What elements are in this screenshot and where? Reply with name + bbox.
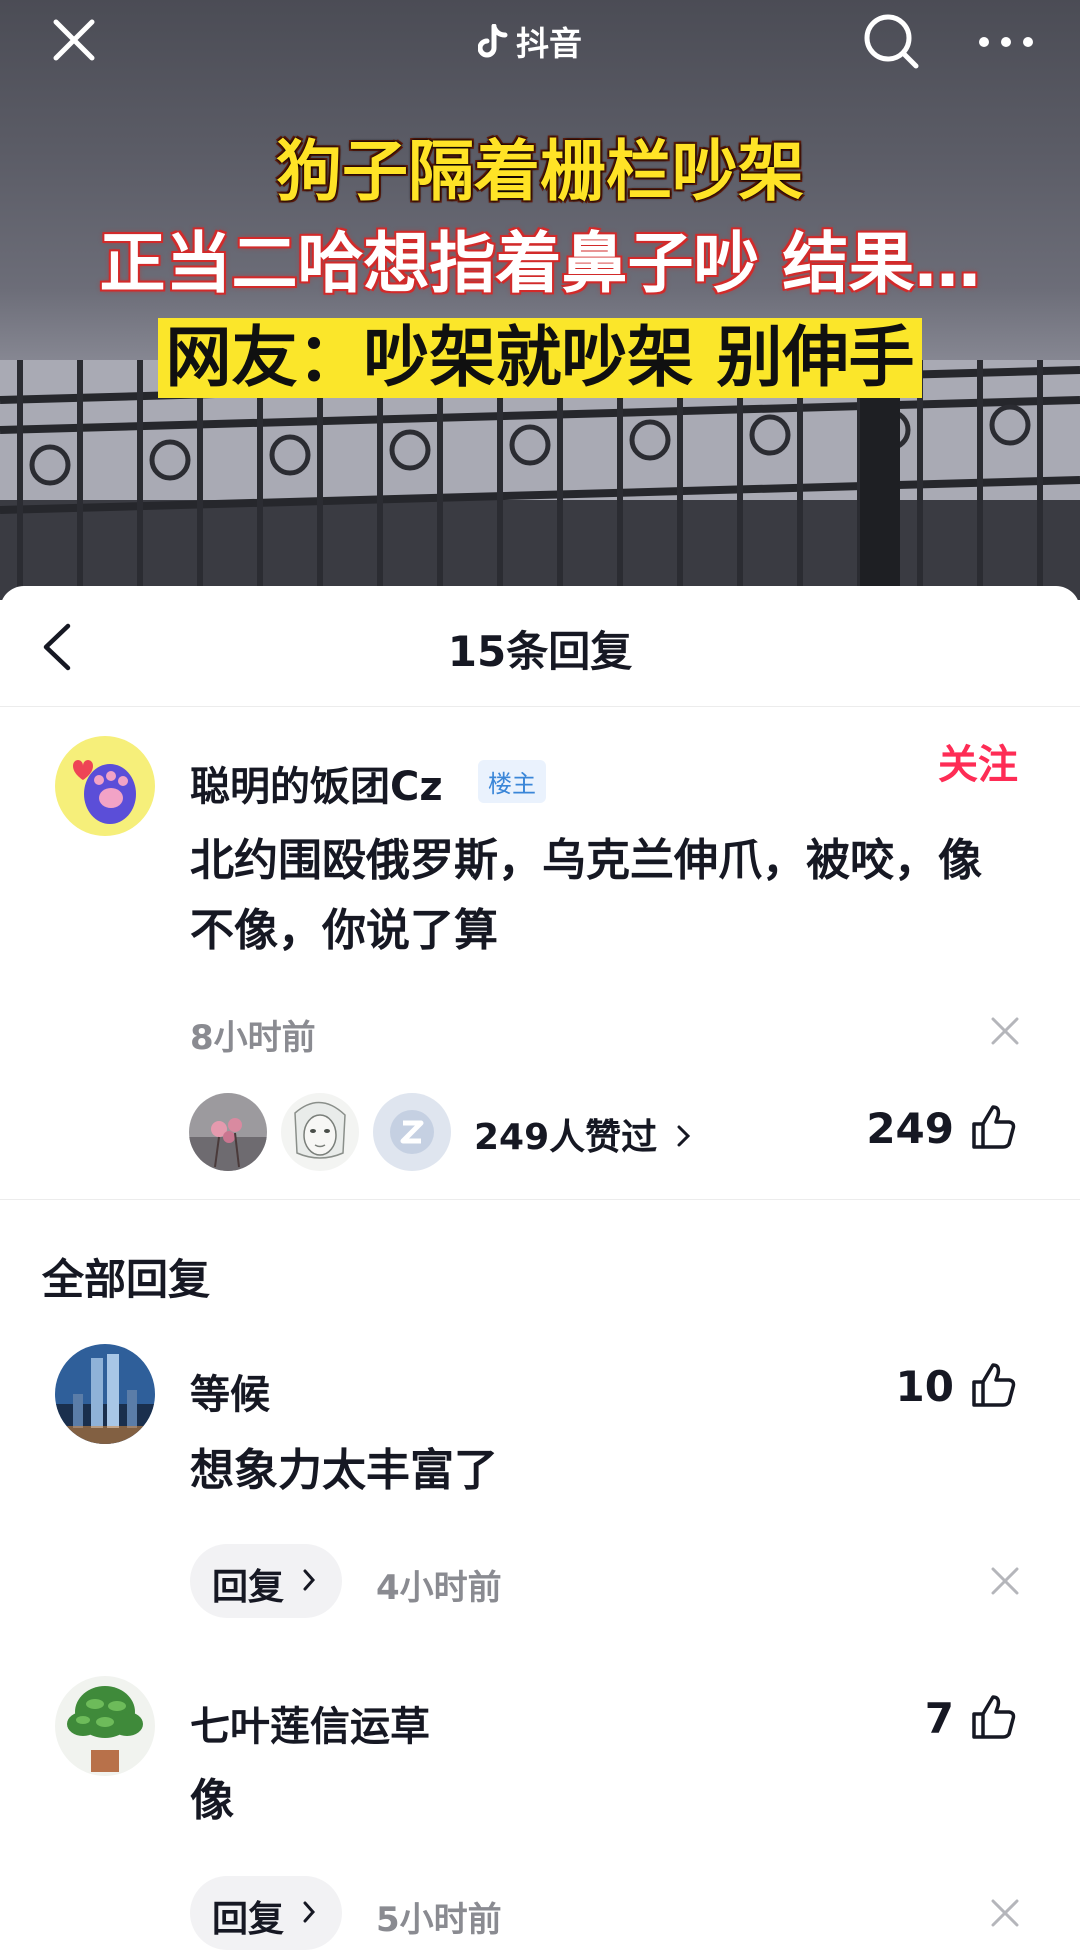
- reply-author[interactable]: 等候: [190, 1362, 270, 1420]
- reply-avatar[interactable]: [55, 1676, 155, 1776]
- reply-like-count: 10: [895, 1362, 954, 1411]
- video-caption-line3: 网友：吵架就吵架 别伸手: [165, 319, 915, 396]
- reply-author[interactable]: 七叶莲信运草: [190, 1694, 430, 1752]
- reply-button[interactable]: 回复: [190, 1544, 342, 1618]
- reply-text[interactable]: 像: [190, 1766, 234, 1836]
- section-title: 全部回复: [42, 1255, 211, 1304]
- paw-avatar-icon: [55, 736, 155, 836]
- follow-button[interactable]: 关注: [938, 732, 1018, 790]
- likers-summary-label: 249人赞过: [474, 1117, 658, 1158]
- liker-avatar-1[interactable]: [189, 1093, 267, 1171]
- main-comment-author[interactable]: 聪明的饭团Cz: [190, 754, 443, 812]
- video-caption-line2: 正当二哈想指着鼻子吵 结果…: [99, 225, 981, 302]
- video-caption-line1: 狗子隔着栅栏吵架: [276, 133, 804, 210]
- reply-time: 4小时前: [376, 1568, 502, 1608]
- dismiss-icon[interactable]: [988, 1564, 1022, 1598]
- search-icon[interactable]: [862, 12, 922, 72]
- sheet-title: 15条回复: [447, 627, 633, 676]
- likers-summary[interactable]: 249人赞过: [474, 1108, 692, 1160]
- app-brand: 抖音: [478, 16, 582, 66]
- reply-time: 5小时前: [376, 1900, 502, 1940]
- reply-avatar[interactable]: [55, 1344, 155, 1444]
- main-comment-like-count: 249: [866, 1104, 954, 1153]
- reply-button[interactable]: 回复: [190, 1876, 342, 1950]
- dismiss-icon[interactable]: [988, 1014, 1022, 1048]
- sketch-portrait-avatar-icon: [281, 1093, 359, 1171]
- main-comment-time: 8小时前: [190, 1018, 316, 1058]
- douyin-logo-icon: [478, 24, 508, 58]
- liker-avatar-2[interactable]: [281, 1093, 359, 1171]
- thumbs-up-icon[interactable]: [968, 1102, 1018, 1152]
- close-icon[interactable]: [48, 14, 100, 66]
- main-comment-avatar[interactable]: [55, 736, 155, 836]
- more-icon[interactable]: [976, 24, 1036, 60]
- op-badge: 楼主: [478, 760, 546, 803]
- dismiss-icon[interactable]: [988, 1896, 1022, 1930]
- chevron-right-icon: [303, 1569, 316, 1591]
- reply-button-label: 回复: [212, 1567, 285, 1608]
- reply-like-count: 7: [924, 1694, 954, 1743]
- city-towers-avatar-icon: [55, 1344, 155, 1444]
- main-comment-text[interactable]: 北约围殴俄罗斯，乌克兰伸爪，被咬，像不像，你说了算: [190, 826, 1010, 966]
- section-divider: [0, 1199, 1080, 1200]
- reply-text[interactable]: 想象力太丰富了: [190, 1436, 498, 1506]
- app-name: 抖音: [516, 24, 582, 63]
- thumbs-up-icon[interactable]: [968, 1360, 1018, 1410]
- plant-avatar-icon: [55, 1676, 155, 1776]
- video-player[interactable]: 抖音 狗子隔着栅栏吵架 正当二哈想指着鼻子吵 结果… 网友：吵架就吵架 别伸手: [0, 0, 1080, 600]
- flowers-avatar-icon: [189, 1093, 267, 1171]
- thumbs-up-icon[interactable]: [968, 1692, 1018, 1742]
- liker-avatar-3[interactable]: [373, 1093, 451, 1171]
- sheet-header: 15条回复: [0, 586, 1080, 707]
- chevron-right-icon: [677, 1125, 690, 1147]
- replies-sheet: 15条回复 聪明的饭团Cz 楼主 关注 北约围殴俄罗斯，乌克兰伸爪，被咬，像不像…: [0, 586, 1080, 1950]
- chevron-right-icon: [303, 1901, 316, 1923]
- reply-button-label: 回复: [212, 1899, 285, 1940]
- default-avatar-icon: [373, 1093, 451, 1171]
